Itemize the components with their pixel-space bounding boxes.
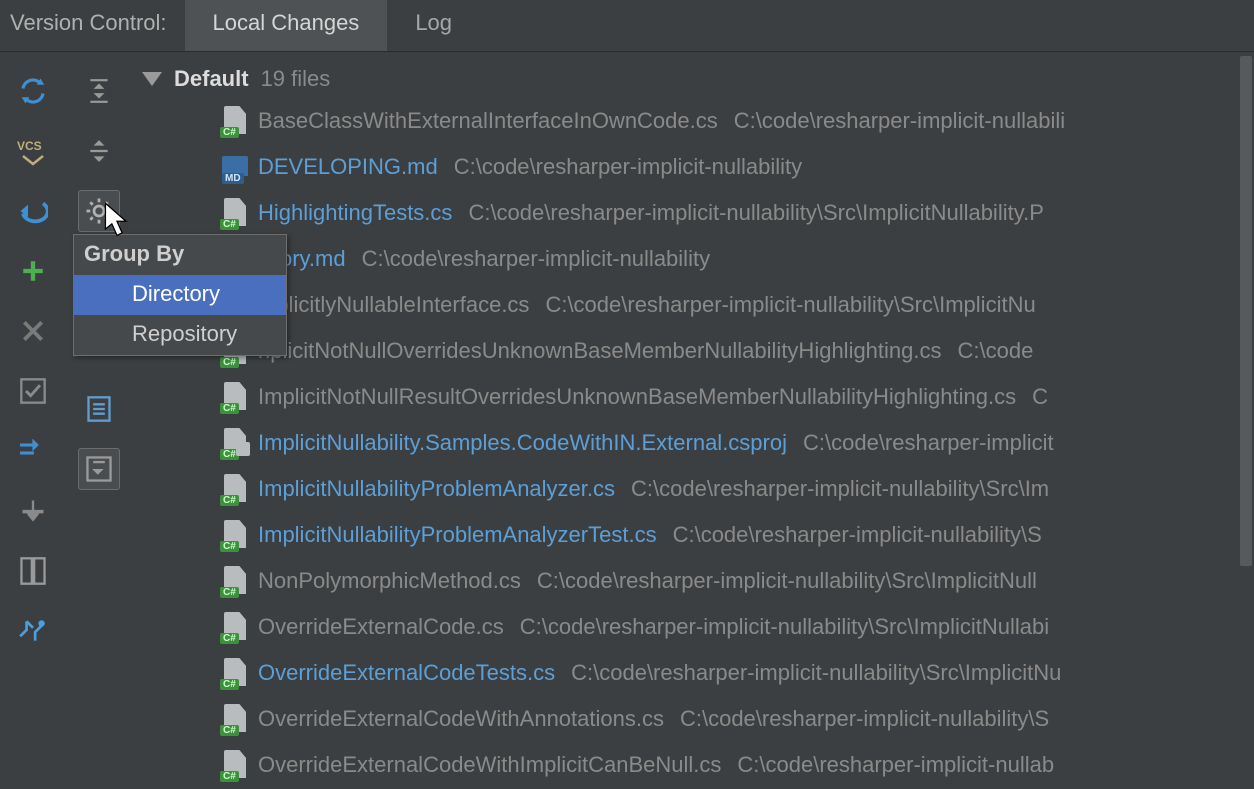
csharp-file-icon: C# xyxy=(222,198,248,228)
markdown-file-icon: MD xyxy=(222,152,248,182)
file-path: C:\code\resharper-implicit-nullability\S xyxy=(680,706,1049,732)
refresh-icon[interactable] xyxy=(12,70,54,112)
file-name: NonPolymorphicMethod.cs xyxy=(258,568,521,594)
file-name: ImplicitNullabilityProblemAnalyzerTest.c… xyxy=(258,522,657,548)
file-name: ImplicitNullability.Samples.CodeWithIN.E… xyxy=(258,430,787,456)
tab-local-changes[interactable]: Local Changes xyxy=(185,0,388,51)
file-path: C:\code\resharper-implicit-nullability\S… xyxy=(537,568,1037,594)
details-icon[interactable] xyxy=(78,388,120,430)
file-name: BaseClassWithExternalInterfaceInOwnCode.… xyxy=(258,108,718,134)
svg-text:VCS: VCS xyxy=(17,139,42,153)
file-row[interactable]: C#mplicitlyNullableInterface.csC:\code\r… xyxy=(132,282,1254,328)
move-to-changelist-icon[interactable] xyxy=(12,430,54,472)
file-row[interactable]: C# ImplicitNullabilityProblemAnalyzerTest… xyxy=(132,512,1254,558)
expand-triangle-icon[interactable] xyxy=(142,72,162,86)
vertical-scrollbar[interactable] xyxy=(1238,52,1254,789)
file-path: C:\code\resharper-implicit-nullability\S… xyxy=(468,200,1043,226)
file-path: C:\code\resharper-implicit-nullability\S… xyxy=(520,614,1049,640)
file-row[interactable]: C# OverrideExternalCode.cs C:\code\resharp… xyxy=(132,604,1254,650)
file-name: DEVELOPING.md xyxy=(258,154,438,180)
changelist-name: Default xyxy=(174,66,249,92)
file-row[interactable]: MD DEVELOPING.md C:\code\resharper-implici… xyxy=(132,144,1254,190)
file-path: C:\code\resharper-implicit-nullab xyxy=(737,752,1054,778)
popup-item-directory[interactable]: Directory xyxy=(74,275,286,315)
csharp-file-icon: C# xyxy=(222,750,248,780)
diff-icon[interactable] xyxy=(12,550,54,592)
popup-item-repository[interactable]: Repository xyxy=(74,315,286,355)
changelist-file-count: 19 files xyxy=(261,66,331,92)
file-row[interactable]: C# ImplicitNotNullResultOverridesUnknownB… xyxy=(132,374,1254,420)
csharp-file-icon: C# xyxy=(222,520,248,550)
file-row[interactable]: C# ImplicitNullabilityProblemAnalyzer.cs C… xyxy=(132,466,1254,512)
settings-gear-icon[interactable] xyxy=(78,190,120,232)
file-row[interactable]: C# OverrideExternalCodeTests.cs C:\code\re… xyxy=(132,650,1254,696)
main-area: VCS xyxy=(0,52,1254,789)
file-name: OverrideExternalCodeWithImplicitCanBeNul… xyxy=(258,752,721,778)
file-path: C:\code\resharper-implicit-nullability xyxy=(362,246,710,272)
file-path: C:\code\resharper-implicit-nullabili xyxy=(734,108,1065,134)
group-by-popup: Group By Directory Repository xyxy=(73,234,287,356)
file-row[interactable]: C#nplicitNotNullOverridesUnknownBaseMemb… xyxy=(132,328,1254,374)
file-name: mplicitlyNullableInterface.cs xyxy=(258,292,529,318)
version-control-tabs: Version Control: Local Changes Log xyxy=(0,0,1254,52)
shelve-icon[interactable] xyxy=(12,490,54,532)
file-path: C:\code\resharper-implicit-nullability xyxy=(454,154,802,180)
file-path: C:\code\resharper-implicit-nullability\S… xyxy=(571,660,1061,686)
popup-title: Group By xyxy=(74,235,286,275)
file-name: OverrideExternalCodeTests.cs xyxy=(258,660,555,686)
file-path: C:\code\resharper-implicit-nullability\S xyxy=(673,522,1042,548)
file-row[interactable]: C# BaseClassWithExternalInterfaceInOwnCod… xyxy=(132,98,1254,144)
add-icon[interactable] xyxy=(12,250,54,292)
csharp-file-icon: C# xyxy=(222,704,248,734)
file-name: nplicitNotNullOverridesUnknownBaseMember… xyxy=(258,338,942,364)
file-name: ImplicitNotNullResultOverridesUnknownBas… xyxy=(258,384,1016,410)
csproj-file-icon: C# xyxy=(222,428,248,458)
csharp-file-icon: C# xyxy=(222,382,248,412)
scrollbar-thumb[interactable] xyxy=(1240,56,1252,566)
file-name: OverrideExternalCodeWithAnnotations.cs xyxy=(258,706,664,732)
file-path: C:\code xyxy=(958,338,1034,364)
changelist-header[interactable]: Default 19 files xyxy=(132,66,1254,92)
file-row[interactable]: C# HighlightingTests.cs C:\code\resharper-… xyxy=(132,190,1254,236)
changelist-tree[interactable]: Default 19 files C# BaseClassWithExternal… xyxy=(132,52,1254,789)
preview-diff-icon[interactable] xyxy=(78,448,120,490)
file-row[interactable]: MDistory.mdC:\code\resharper-implicit-nu… xyxy=(132,236,1254,282)
file-path: C:\code\resharper-implicit xyxy=(803,430,1054,456)
csharp-file-icon: C# xyxy=(222,658,248,688)
file-path: C:\code\resharper-implicit-nullability\S… xyxy=(631,476,1049,502)
toolbar-column-2 xyxy=(66,52,132,789)
file-name: ImplicitNullabilityProblemAnalyzer.cs xyxy=(258,476,615,502)
file-name: OverrideExternalCode.cs xyxy=(258,614,504,640)
delete-icon[interactable] xyxy=(12,310,54,352)
file-row[interactable]: C# NonPolymorphicMethod.cs C:\code\resharp… xyxy=(132,558,1254,604)
file-path: C:\code\resharper-implicit-nullability\S… xyxy=(545,292,1035,318)
toggle-checkbox-icon[interactable] xyxy=(12,370,54,412)
collapse-all-icon[interactable] xyxy=(78,130,120,172)
file-row[interactable]: C# ImplicitNullability.Samples.CodeWithIN… xyxy=(132,420,1254,466)
csharp-file-icon: C# xyxy=(222,474,248,504)
rollback-icon[interactable] xyxy=(12,190,54,232)
expand-all-icon[interactable] xyxy=(78,70,120,112)
vcs-commit-icon[interactable]: VCS xyxy=(12,130,54,172)
file-row[interactable]: C# OverrideExternalCodeWithAnnotations.cs… xyxy=(132,696,1254,742)
csharp-file-icon: C# xyxy=(222,566,248,596)
panel-label: Version Control: xyxy=(0,0,185,51)
csharp-file-icon: C# xyxy=(222,612,248,642)
file-row[interactable]: C# OverrideExternalCodeWithImplicitCanBeN… xyxy=(132,742,1254,788)
file-path: C xyxy=(1032,384,1048,410)
toolbar-column-1: VCS xyxy=(0,52,66,789)
file-name: HighlightingTests.cs xyxy=(258,200,452,226)
tab-log[interactable]: Log xyxy=(387,0,480,51)
refresh-vcs-icon[interactable] xyxy=(12,610,54,652)
csharp-file-icon: C# xyxy=(222,106,248,136)
